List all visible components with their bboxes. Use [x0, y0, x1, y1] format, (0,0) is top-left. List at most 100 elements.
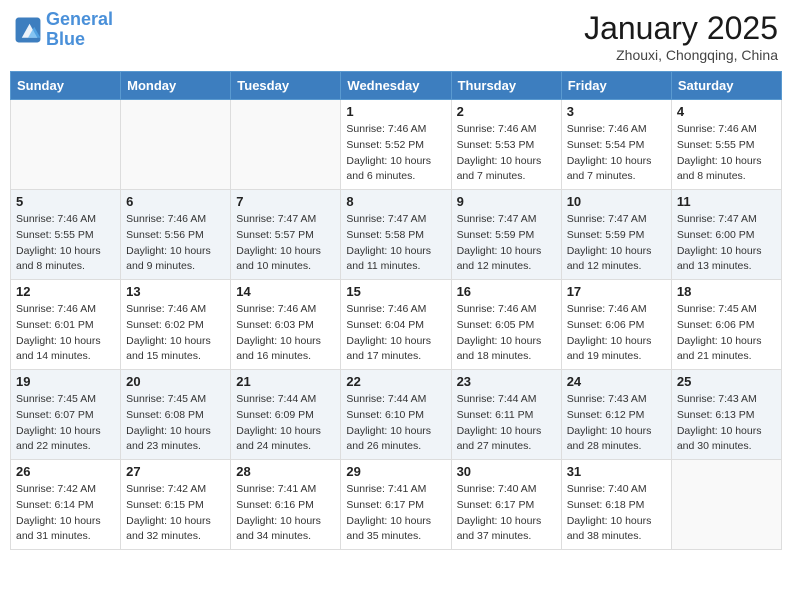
day-number: 15: [346, 284, 445, 299]
calendar-cell: 30 Sunrise: 7:40 AM Sunset: 6:17 PM Dayli…: [451, 460, 561, 550]
day-number: 16: [457, 284, 556, 299]
day-number: 9: [457, 194, 556, 209]
day-info: Sunrise: 7:40 AM Sunset: 6:17 PM Dayligh…: [457, 482, 556, 545]
calendar-week-row: 26 Sunrise: 7:42 AM Sunset: 6:14 PM Dayli…: [11, 460, 782, 550]
title-block: January 2025 Zhouxi, Chongqing, China: [584, 10, 778, 63]
calendar-cell: 25 Sunrise: 7:43 AM Sunset: 6:13 PM Dayli…: [671, 370, 781, 460]
day-info: Sunrise: 7:44 AM Sunset: 6:09 PM Dayligh…: [236, 392, 335, 455]
day-number: 27: [126, 464, 225, 479]
day-info: Sunrise: 7:46 AM Sunset: 6:02 PM Dayligh…: [126, 302, 225, 365]
day-number: 23: [457, 374, 556, 389]
calendar-cell: 27 Sunrise: 7:42 AM Sunset: 6:15 PM Dayli…: [121, 460, 231, 550]
day-number: 14: [236, 284, 335, 299]
calendar-cell: 20 Sunrise: 7:45 AM Sunset: 6:08 PM Dayli…: [121, 370, 231, 460]
day-number: 25: [677, 374, 776, 389]
day-info: Sunrise: 7:47 AM Sunset: 5:58 PM Dayligh…: [346, 212, 445, 275]
day-number: 26: [16, 464, 115, 479]
logo-line2: Blue: [46, 29, 85, 49]
day-number: 6: [126, 194, 225, 209]
day-info: Sunrise: 7:43 AM Sunset: 6:13 PM Dayligh…: [677, 392, 776, 455]
day-number: 10: [567, 194, 666, 209]
calendar-cell: 3Sunrise: 7:46 AM Sunset: 5:54 PM Daylig…: [561, 100, 671, 190]
day-info: Sunrise: 7:41 AM Sunset: 6:16 PM Dayligh…: [236, 482, 335, 545]
day-info: Sunrise: 7:47 AM Sunset: 6:00 PM Dayligh…: [677, 212, 776, 275]
calendar-cell: 11 Sunrise: 7:47 AM Sunset: 6:00 PM Dayli…: [671, 190, 781, 280]
day-info: Sunrise: 7:47 AM Sunset: 5:59 PM Dayligh…: [457, 212, 556, 275]
calendar-week-row: 19Sunrise: 7:45 AM Sunset: 6:07 PM Dayli…: [11, 370, 782, 460]
day-info: Sunrise: 7:44 AM Sunset: 6:11 PM Dayligh…: [457, 392, 556, 455]
weekday-header: Thursday: [451, 72, 561, 100]
day-number: 20: [126, 374, 225, 389]
day-info: Sunrise: 7:46 AM Sunset: 6:01 PM Dayligh…: [16, 302, 115, 365]
day-number: 2: [457, 104, 556, 119]
day-info: Sunrise: 7:42 AM Sunset: 6:15 PM Dayligh…: [126, 482, 225, 545]
calendar-cell: 17Sunrise: 7:46 AM Sunset: 6:06 PM Dayli…: [561, 280, 671, 370]
day-number: 19: [16, 374, 115, 389]
calendar-cell: 19Sunrise: 7:45 AM Sunset: 6:07 PM Dayli…: [11, 370, 121, 460]
day-number: 7: [236, 194, 335, 209]
calendar-cell: 28 Sunrise: 7:41 AM Sunset: 6:16 PM Dayli…: [231, 460, 341, 550]
day-info: Sunrise: 7:45 AM Sunset: 6:08 PM Dayligh…: [126, 392, 225, 455]
day-info: Sunrise: 7:46 AM Sunset: 6:03 PM Dayligh…: [236, 302, 335, 365]
calendar-week-row: 12 Sunrise: 7:46 AM Sunset: 6:01 PM Dayli…: [11, 280, 782, 370]
calendar-cell: 5 Sunrise: 7:46 AM Sunset: 5:55 PM Daylig…: [11, 190, 121, 280]
calendar-cell: 6Sunrise: 7:46 AM Sunset: 5:56 PM Daylig…: [121, 190, 231, 280]
day-info: Sunrise: 7:44 AM Sunset: 6:10 PM Dayligh…: [346, 392, 445, 455]
day-info: Sunrise: 7:45 AM Sunset: 6:06 PM Dayligh…: [677, 302, 776, 365]
calendar-cell: 24 Sunrise: 7:43 AM Sunset: 6:12 PM Dayli…: [561, 370, 671, 460]
day-number: 21: [236, 374, 335, 389]
day-number: 4: [677, 104, 776, 119]
calendar-cell: [11, 100, 121, 190]
logo-icon: [14, 16, 42, 44]
weekday-header: Friday: [561, 72, 671, 100]
calendar-cell: 29 Sunrise: 7:41 AM Sunset: 6:17 PM Dayli…: [341, 460, 451, 550]
calendar: SundayMondayTuesdayWednesdayThursdayFrid…: [10, 71, 782, 550]
day-info: Sunrise: 7:46 AM Sunset: 5:54 PM Dayligh…: [567, 122, 666, 185]
day-info: Sunrise: 7:42 AM Sunset: 6:14 PM Dayligh…: [16, 482, 115, 545]
calendar-cell: 15Sunrise: 7:46 AM Sunset: 6:04 PM Dayli…: [341, 280, 451, 370]
day-number: 29: [346, 464, 445, 479]
calendar-cell: 18Sunrise: 7:45 AM Sunset: 6:06 PM Dayli…: [671, 280, 781, 370]
calendar-cell: 8Sunrise: 7:47 AM Sunset: 5:58 PM Daylig…: [341, 190, 451, 280]
day-info: Sunrise: 7:46 AM Sunset: 5:53 PM Dayligh…: [457, 122, 556, 185]
calendar-cell: 22Sunrise: 7:44 AM Sunset: 6:10 PM Dayli…: [341, 370, 451, 460]
day-info: Sunrise: 7:43 AM Sunset: 6:12 PM Dayligh…: [567, 392, 666, 455]
calendar-week-row: 5 Sunrise: 7:46 AM Sunset: 5:55 PM Daylig…: [11, 190, 782, 280]
day-info: Sunrise: 7:41 AM Sunset: 6:17 PM Dayligh…: [346, 482, 445, 545]
day-number: 5: [16, 194, 115, 209]
day-number: 30: [457, 464, 556, 479]
day-number: 24: [567, 374, 666, 389]
logo-text: General Blue: [46, 10, 113, 50]
day-number: 11: [677, 194, 776, 209]
day-number: 12: [16, 284, 115, 299]
calendar-cell: 26 Sunrise: 7:42 AM Sunset: 6:14 PM Dayli…: [11, 460, 121, 550]
weekday-header: Wednesday: [341, 72, 451, 100]
calendar-cell: [231, 100, 341, 190]
weekday-header-row: SundayMondayTuesdayWednesdayThursdayFrid…: [11, 72, 782, 100]
day-number: 31: [567, 464, 666, 479]
location: Zhouxi, Chongqing, China: [584, 47, 778, 63]
calendar-cell: 13 Sunrise: 7:46 AM Sunset: 6:02 PM Dayli…: [121, 280, 231, 370]
calendar-cell: 12 Sunrise: 7:46 AM Sunset: 6:01 PM Dayli…: [11, 280, 121, 370]
day-info: Sunrise: 7:46 AM Sunset: 5:55 PM Dayligh…: [16, 212, 115, 275]
calendar-cell: [671, 460, 781, 550]
day-info: Sunrise: 7:46 AM Sunset: 5:55 PM Dayligh…: [677, 122, 776, 185]
calendar-cell: 1Sunrise: 7:46 AM Sunset: 5:52 PM Daylig…: [341, 100, 451, 190]
day-info: Sunrise: 7:46 AM Sunset: 6:05 PM Dayligh…: [457, 302, 556, 365]
logo-line1: General: [46, 9, 113, 29]
day-info: Sunrise: 7:47 AM Sunset: 5:59 PM Dayligh…: [567, 212, 666, 275]
calendar-cell: 31 Sunrise: 7:40 AM Sunset: 6:18 PM Dayli…: [561, 460, 671, 550]
day-number: 13: [126, 284, 225, 299]
calendar-week-row: 1Sunrise: 7:46 AM Sunset: 5:52 PM Daylig…: [11, 100, 782, 190]
weekday-header: Tuesday: [231, 72, 341, 100]
weekday-header: Sunday: [11, 72, 121, 100]
month-title: January 2025: [584, 10, 778, 47]
day-info: Sunrise: 7:40 AM Sunset: 6:18 PM Dayligh…: [567, 482, 666, 545]
day-number: 17: [567, 284, 666, 299]
weekday-header: Monday: [121, 72, 231, 100]
calendar-cell: 9 Sunrise: 7:47 AM Sunset: 5:59 PM Daylig…: [451, 190, 561, 280]
day-number: 28: [236, 464, 335, 479]
calendar-cell: 2 Sunrise: 7:46 AM Sunset: 5:53 PM Daylig…: [451, 100, 561, 190]
day-info: Sunrise: 7:46 AM Sunset: 5:52 PM Dayligh…: [346, 122, 445, 185]
logo: General Blue: [14, 10, 113, 50]
